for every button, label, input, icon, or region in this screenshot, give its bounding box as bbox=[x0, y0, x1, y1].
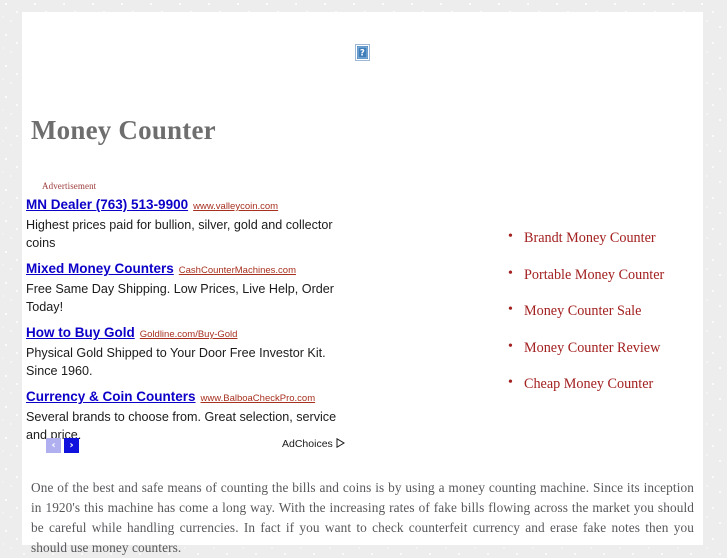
ad-unit: How to Buy Gold Goldline.com/Buy-Gold Phy… bbox=[26, 325, 356, 380]
ad-display-url[interactable]: Goldline.com/Buy-Gold bbox=[140, 329, 238, 340]
ad-display-url[interactable]: www.valleycoin.com bbox=[193, 201, 278, 212]
page-title: Money Counter bbox=[31, 115, 216, 145]
ad-title-link[interactable]: How to Buy Gold bbox=[26, 325, 135, 340]
list-item: Portable Money Counter bbox=[506, 266, 716, 283]
article-paragraph: One of the best and safe means of counti… bbox=[31, 480, 694, 555]
ad-title-link[interactable]: MN Dealer (763) 513-9900 bbox=[26, 197, 188, 212]
related-link[interactable]: Brandt Money Counter bbox=[524, 230, 656, 246]
chevron-right-icon: › bbox=[69, 439, 74, 451]
svg-text:?: ? bbox=[360, 48, 365, 58]
list-item: Money Counter Sale bbox=[506, 302, 716, 319]
related-link[interactable]: Money Counter Review bbox=[524, 340, 660, 356]
broken-image-placeholder-icon: ? bbox=[355, 44, 370, 61]
ad-footer: ‹ › AdChoices bbox=[26, 436, 356, 458]
ad-headline-row: Mixed Money Counters CashCounterMachines.… bbox=[26, 261, 356, 279]
advertisement-label: Advertisement bbox=[42, 181, 97, 191]
ad-title-link[interactable]: Mixed Money Counters bbox=[26, 261, 174, 276]
ad-prev-button[interactable]: ‹ bbox=[46, 437, 61, 453]
advertisement-block: Advertisement MN Dealer (763) 513-9900 ww… bbox=[26, 180, 356, 444]
ad-headline-row: How to Buy Gold Goldline.com/Buy-Gold bbox=[26, 325, 356, 343]
related-link[interactable]: Portable Money Counter bbox=[524, 267, 664, 283]
ad-description: Free Same Day Shipping. Low Prices, Live… bbox=[26, 282, 334, 314]
ad-title-link[interactable]: Currency & Coin Counters bbox=[26, 389, 196, 404]
adchoices-triangle-icon bbox=[336, 437, 345, 451]
list-item: Money Counter Review bbox=[506, 339, 716, 356]
related-links-list: Brandt Money Counter Portable Money Coun… bbox=[506, 229, 716, 413]
chevron-left-icon: ‹ bbox=[51, 439, 56, 451]
adchoices-label: AdChoices bbox=[282, 438, 333, 450]
adchoices-link[interactable]: AdChoices bbox=[282, 437, 345, 451]
related-link[interactable]: Cheap Money Counter bbox=[524, 376, 653, 392]
ad-unit: MN Dealer (763) 513-9900 www.valleycoin.c… bbox=[26, 197, 356, 252]
ad-description: Highest prices paid for bullion, silver,… bbox=[26, 218, 333, 250]
ad-next-button[interactable]: › bbox=[64, 437, 79, 453]
ad-headline-row: Currency & Coin Counters www.BalboaCheckP… bbox=[26, 389, 356, 407]
list-item: Brandt Money Counter bbox=[506, 229, 716, 246]
ad-unit: Mixed Money Counters CashCounterMachines.… bbox=[26, 261, 356, 316]
page-content-area: ? Money Counter Advertisement MN Dealer … bbox=[22, 12, 703, 555]
ad-description: Physical Gold Shipped to Your Door Free … bbox=[26, 346, 326, 378]
ad-display-url[interactable]: www.BalboaCheckPro.com bbox=[201, 393, 316, 404]
related-link[interactable]: Money Counter Sale bbox=[524, 303, 641, 319]
broken-image-row: ? bbox=[22, 44, 703, 66]
ad-display-url[interactable]: CashCounterMachines.com bbox=[179, 265, 296, 276]
list-item: Cheap Money Counter bbox=[506, 375, 716, 392]
ad-headline-row: MN Dealer (763) 513-9900 www.valleycoin.c… bbox=[26, 197, 356, 215]
